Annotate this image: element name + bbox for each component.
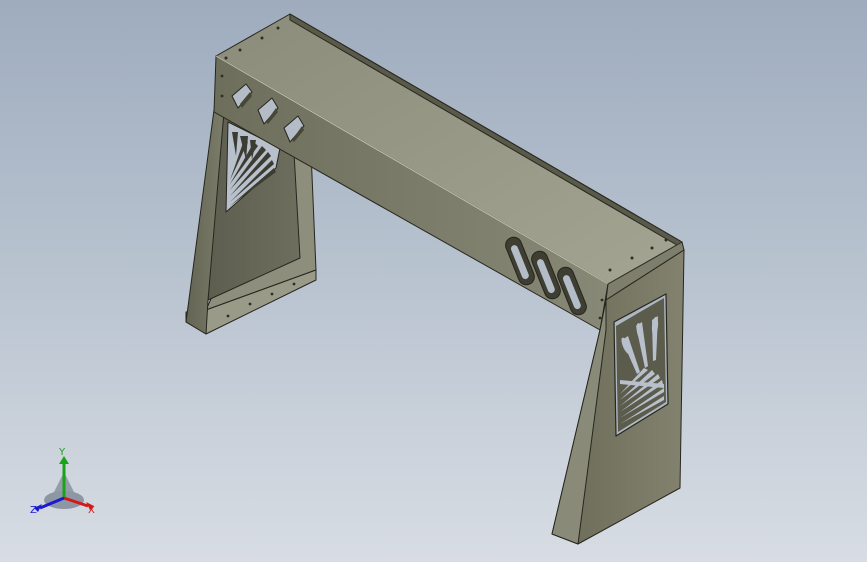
view-orientation-triad[interactable]: Y X Z (24, 448, 104, 524)
triad-x-label: X (88, 505, 95, 516)
part-model[interactable] (0, 0, 867, 562)
triad-y-label: Y (59, 447, 66, 458)
graphics-viewport[interactable]: Y X Z (0, 0, 867, 562)
triad-z-label: Z (30, 505, 37, 516)
